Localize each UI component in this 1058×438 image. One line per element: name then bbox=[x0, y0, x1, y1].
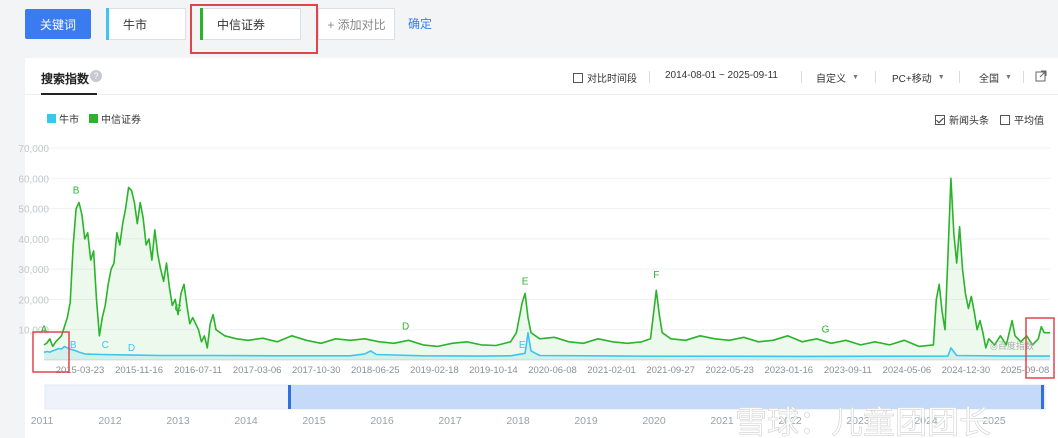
event-marker: B bbox=[73, 185, 80, 196]
x-tick-label: 2019-10-14 bbox=[469, 365, 518, 376]
x-tick-label: 2022-05-23 bbox=[705, 365, 754, 376]
timeline-year-label: 2015 bbox=[302, 415, 326, 427]
x-tick-label: 2023-09-11 bbox=[824, 365, 872, 376]
timeline-year-label: 2016 bbox=[370, 415, 394, 427]
x-tick-label: 2024-12-30 bbox=[942, 365, 991, 376]
x-tick-label: 2024-05-06 bbox=[883, 365, 932, 376]
timeline-handle-right[interactable] bbox=[1041, 385, 1044, 409]
x-tick-label: 2017-10-30 bbox=[292, 365, 341, 376]
chart-watermark: ◎百度指数 bbox=[990, 340, 1034, 351]
y-tick-label: 30,000 bbox=[18, 265, 49, 276]
x-tick-label: 2018-06-25 bbox=[351, 365, 400, 376]
x-axis: 2015-03-23 2015-11-16 2016-07-11 2017-03-06… bbox=[56, 365, 1050, 376]
search-index-chart: 70,00060,00050,00040,00030,00020,00010,0… bbox=[18, 144, 1055, 438]
timeline-year-label: 2020 bbox=[642, 415, 666, 427]
event-marker: C bbox=[102, 340, 109, 351]
event-marker: C bbox=[175, 304, 182, 315]
x-tick-label: 2025-09-08 bbox=[1001, 365, 1050, 376]
event-marker: D bbox=[402, 322, 409, 333]
timeline-year-label: 2018 bbox=[506, 415, 530, 427]
event-marker: E bbox=[522, 276, 529, 287]
event-marker: A bbox=[41, 325, 48, 336]
y-tick-label: 70,000 bbox=[18, 144, 49, 155]
timeline-year-label: 2012 bbox=[98, 415, 122, 427]
timeline-year-label: 2013 bbox=[166, 415, 190, 427]
timeline-year-label: 2014 bbox=[234, 415, 258, 427]
event-marker: F bbox=[653, 270, 659, 281]
x-tick-label: 2021-09-27 bbox=[646, 365, 695, 376]
event-marker: E bbox=[519, 340, 526, 351]
timeline-year-label: 2021 bbox=[710, 415, 734, 427]
x-tick-label: 2020-06-08 bbox=[528, 365, 577, 376]
x-tick-label: 2016-07-11 bbox=[174, 365, 222, 376]
event-marker: G bbox=[822, 325, 830, 336]
timeline-year-label: 2017 bbox=[438, 415, 462, 427]
series-line bbox=[43, 177, 1050, 349]
event-marker: D bbox=[128, 343, 135, 354]
x-tick-label: 2017-03-06 bbox=[233, 365, 282, 376]
x-tick-label: 2015-03-23 bbox=[56, 365, 105, 376]
y-tick-label: 20,000 bbox=[18, 295, 49, 306]
x-tick-label: 2023-01-16 bbox=[764, 365, 813, 376]
timeline-year-label: 2011 bbox=[31, 415, 54, 427]
y-tick-label: 40,000 bbox=[18, 235, 49, 246]
event-marker: B bbox=[70, 340, 77, 351]
timeline-handle-left[interactable] bbox=[288, 385, 291, 409]
y-tick-label: 60,000 bbox=[18, 174, 49, 185]
timeline-year-label: 2019 bbox=[574, 415, 598, 427]
x-tick-label: 2021-02-01 bbox=[587, 365, 636, 376]
y-tick-label: 50,000 bbox=[18, 205, 49, 216]
y-axis: 70,00060,00050,00040,00030,00020,00010,0… bbox=[18, 144, 49, 337]
overlay-watermark: 雪球：儿童团团长 bbox=[735, 404, 991, 438]
x-tick-label: 2015-11-16 bbox=[115, 365, 163, 376]
x-tick-label: 2019-02-18 bbox=[410, 365, 459, 376]
